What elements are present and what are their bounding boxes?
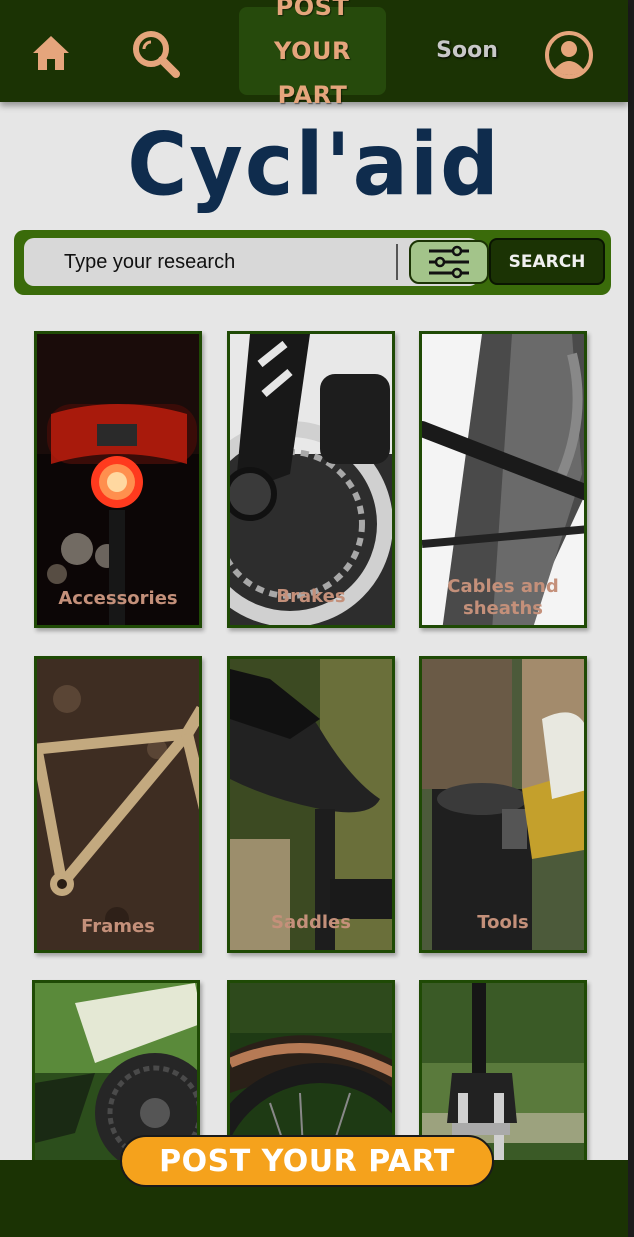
tools-photo <box>422 659 584 950</box>
soon-label: Soon <box>436 37 498 63</box>
search-button[interactable]: SEARCH <box>489 238 605 285</box>
category-label: Saddles <box>271 912 351 933</box>
frames-photo <box>37 659 199 950</box>
profile-button[interactable] <box>544 30 594 80</box>
post-bottom-label: POST YOUR PART <box>159 1143 455 1179</box>
post-nav-label-line1: POST YOUR <box>274 0 351 65</box>
category-label: Cables and sheaths <box>447 576 559 619</box>
search-divider <box>396 244 398 280</box>
window-edge <box>628 0 634 1237</box>
brakes-photo <box>230 334 392 625</box>
category-card-brakes[interactable]: Brakes <box>227 331 395 628</box>
search-field-container <box>24 238 489 286</box>
accessories-photo <box>37 334 199 625</box>
post-your-part-nav-button[interactable]: POST YOUR PART <box>239 0 386 109</box>
category-label: Frames <box>81 916 155 937</box>
filter-button[interactable] <box>409 240 489 284</box>
top-navigation-bar: POST YOUR PART Soon <box>0 0 628 109</box>
category-label: Brakes <box>276 586 346 607</box>
post-your-part-button[interactable]: POST YOUR PART <box>120 1135 494 1187</box>
category-card-frames[interactable]: Frames <box>34 656 202 953</box>
home-button[interactable] <box>30 32 72 74</box>
app-logo: Cycl'aid <box>127 115 501 216</box>
category-card-saddles[interactable]: Saddles <box>227 656 395 953</box>
search-bar: SEARCH <box>14 230 611 295</box>
saddles-photo <box>230 659 392 950</box>
category-label: Accessories <box>58 588 178 609</box>
home-icon <box>33 36 69 70</box>
soon-button[interactable]: Soon <box>432 30 502 70</box>
category-label: Tools <box>477 912 529 933</box>
post-nav-label-line2: PART <box>277 81 348 109</box>
search-input[interactable] <box>64 249 384 275</box>
category-card-accessories[interactable]: Accessories <box>34 331 202 628</box>
search-nav-button[interactable] <box>130 28 182 80</box>
category-card-tools[interactable]: Tools <box>419 656 587 953</box>
user-profile-icon <box>545 31 593 79</box>
search-icon <box>133 31 180 78</box>
category-card-cables[interactable]: Cables and sheaths <box>419 331 587 628</box>
filter-sliders-icon <box>429 245 469 279</box>
